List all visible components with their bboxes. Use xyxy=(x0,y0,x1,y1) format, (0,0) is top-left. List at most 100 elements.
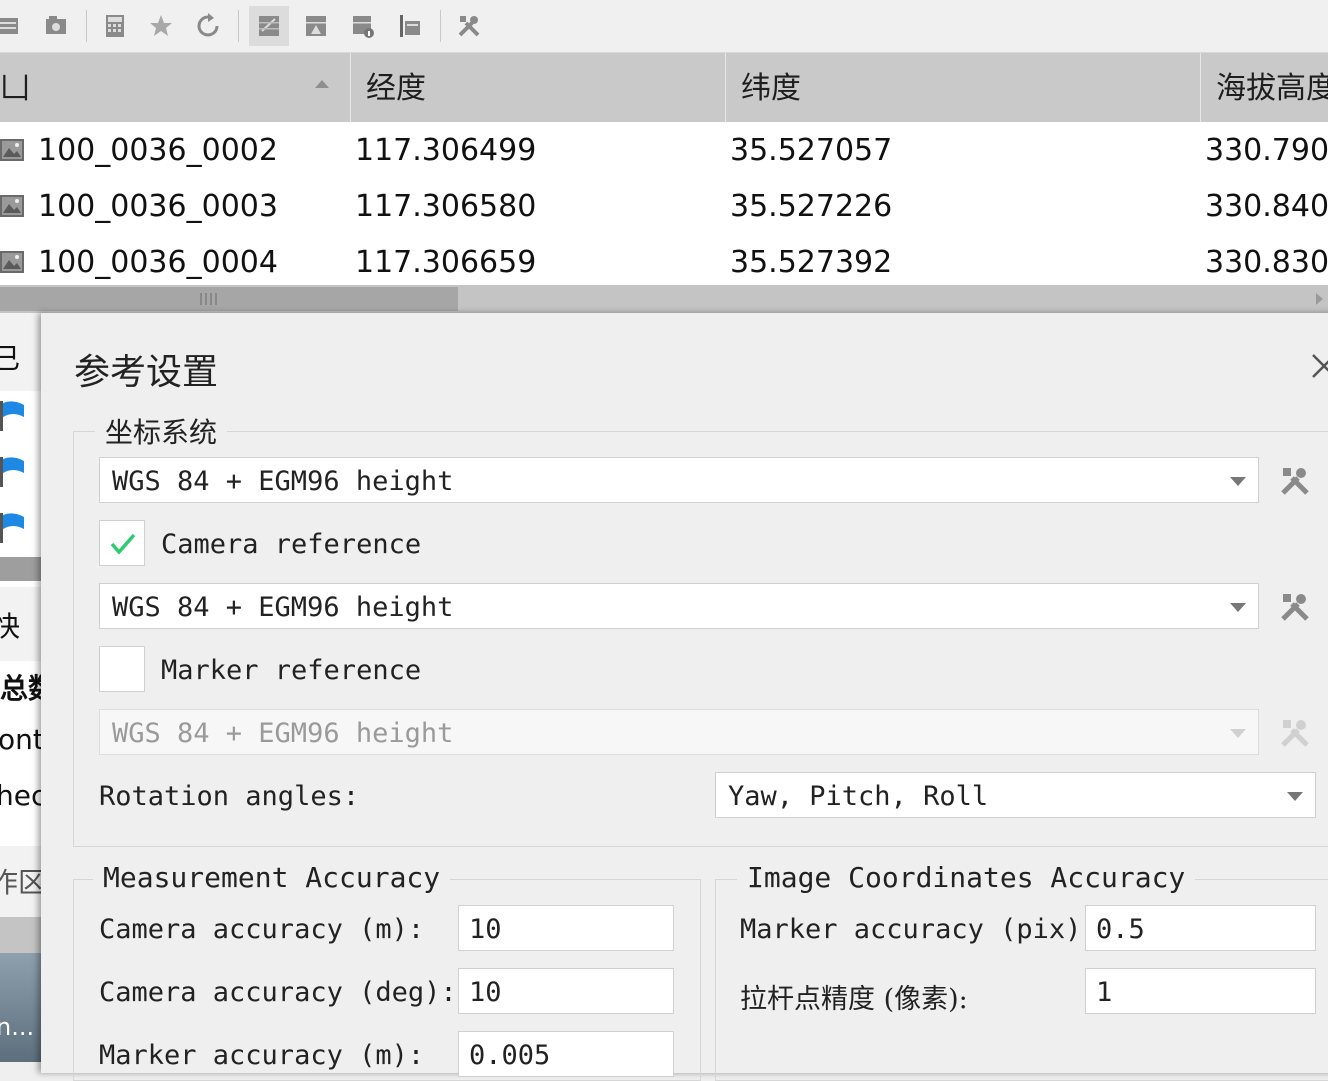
column-divider[interactable] xyxy=(350,53,351,122)
dialog-title: 参考设置 xyxy=(74,352,219,393)
column-divider[interactable] xyxy=(1200,53,1201,122)
input-value: 1 xyxy=(1096,977,1113,1008)
horizontal-scrollbar[interactable] xyxy=(0,285,1328,313)
left-panel-text: 已 xyxy=(0,342,21,375)
column-resize-icon[interactable] xyxy=(390,6,430,46)
cell-label: 100_0036_0003 xyxy=(38,189,278,224)
checkmark-icon xyxy=(110,533,136,555)
camera-accuracy-m-input[interactable]: 10 xyxy=(458,905,674,951)
left-panel-strip: 已 快 总数 ont hec 作区 n... xyxy=(0,313,42,1062)
camera-icon[interactable] xyxy=(36,6,76,46)
select-value: WGS 84 + EGM96 height xyxy=(112,466,454,497)
table-row[interactable]: 100_0036_0004 117.306659 35.527392 330.8… xyxy=(0,234,1328,290)
cell-longitude[interactable]: 117.306499 xyxy=(355,122,536,178)
rotation-angles-select[interactable]: Yaw, Pitch, Roll xyxy=(715,772,1316,818)
column-header-text: 海拔高度 xyxy=(1216,71,1328,106)
marker-accuracy-m-input[interactable]: 0.005 xyxy=(458,1031,674,1077)
left-panel-text: hec xyxy=(0,779,42,812)
marker-crs-select: WGS 84 + EGM96 height xyxy=(99,709,1259,755)
tools-icon xyxy=(1281,720,1309,747)
close-icon[interactable] xyxy=(1309,351,1328,381)
marker-reference-checkbox[interactable] xyxy=(99,646,145,692)
thumbnail-caption: n... xyxy=(0,1013,35,1041)
rotation-angles-label: Rotation angles: xyxy=(99,781,360,812)
cell-label: 100_0036_0002 xyxy=(38,133,278,168)
cell-label: 100_0036_0004 xyxy=(38,245,278,280)
marker-accuracy-m-label: Marker accuracy (m): xyxy=(99,1040,425,1071)
image-icon xyxy=(0,195,24,217)
select-value: WGS 84 + EGM96 height xyxy=(112,718,454,749)
coordinate-system-select[interactable]: WGS 84 + EGM96 height xyxy=(99,457,1259,503)
table-body: 100_0036_0002 117.306499 35.527057 330.7… xyxy=(0,122,1328,285)
camera-crs-select[interactable]: WGS 84 + EGM96 height xyxy=(99,583,1259,629)
column-header-text: 经度 xyxy=(366,71,426,106)
cell-altitude[interactable]: 330.8400 xyxy=(1205,178,1328,234)
input-value: 0.005 xyxy=(469,1040,551,1071)
column-header-text: 凵 xyxy=(0,71,30,106)
table-row[interactable]: 100_0036_0003 117.306580 35.527226 330.8… xyxy=(0,178,1328,234)
toolbar xyxy=(0,0,1328,53)
column-divider[interactable] xyxy=(725,53,726,122)
toolbar-separator xyxy=(238,10,239,42)
info-table-icon[interactable] xyxy=(343,6,383,46)
cell-altitude[interactable]: 330.7900 xyxy=(1205,122,1328,178)
column-header-longitude[interactable]: 经度 xyxy=(366,53,716,122)
cell-altitude[interactable]: 330.8300 xyxy=(1205,234,1328,290)
table-row[interactable]: 100_0036_0002 117.306499 35.527057 330.7… xyxy=(0,122,1328,178)
flag-icon[interactable] xyxy=(0,457,26,487)
left-panel-text: 作区 xyxy=(0,866,42,899)
toolbar-separator xyxy=(86,10,87,42)
error-table-icon[interactable] xyxy=(296,6,336,46)
marker-reference-label[interactable]: Marker reference xyxy=(161,655,421,686)
marker-accuracy-pix-label: Marker accuracy (pix): xyxy=(740,914,1098,945)
cell-longitude[interactable]: 117.306580 xyxy=(355,178,536,234)
tiepoint-accuracy-label: 拉杆点精度 (像素): xyxy=(740,984,968,1015)
tiepoint-accuracy-input[interactable]: 1 xyxy=(1085,968,1316,1014)
left-panel-text: 快 xyxy=(0,610,21,643)
scrollbar-thumb[interactable] xyxy=(0,287,458,311)
calculator-icon[interactable] xyxy=(95,6,135,46)
camera-accuracy-deg-input[interactable]: 10 xyxy=(458,968,674,1014)
input-value: 10 xyxy=(469,914,502,945)
cell-latitude[interactable]: 35.527057 xyxy=(730,122,892,178)
flag-icon[interactable] xyxy=(0,401,26,431)
cell-latitude[interactable]: 35.527392 xyxy=(730,234,892,290)
panel-header-bar xyxy=(0,557,42,581)
column-header-latitude[interactable]: 纬度 xyxy=(741,53,1191,122)
chevron-down-icon xyxy=(1287,792,1303,801)
grip-icon xyxy=(200,293,217,305)
cell-latitude[interactable]: 35.527226 xyxy=(730,178,892,234)
table-view-icon[interactable] xyxy=(0,6,28,46)
chevron-down-icon xyxy=(1230,477,1246,486)
panel-header-bar xyxy=(0,917,42,953)
tools-icon[interactable] xyxy=(1278,590,1312,624)
thumbnail-image[interactable] xyxy=(0,953,42,1062)
measurement-accuracy-label: Measurement Accuracy xyxy=(93,861,451,894)
chevron-down-icon xyxy=(1230,603,1246,612)
camera-reference-label[interactable]: Camera reference xyxy=(161,529,421,560)
marker-accuracy-pix-input[interactable]: 0.5 xyxy=(1085,905,1316,951)
tools-icon[interactable] xyxy=(449,6,489,46)
coordinate-system-label: 坐标系统 xyxy=(95,411,228,451)
camera-reference-checkbox[interactable] xyxy=(99,520,145,566)
cell-longitude[interactable]: 117.306659 xyxy=(355,234,536,290)
input-value: 10 xyxy=(469,977,502,1008)
left-panel-text: ont xyxy=(0,723,42,756)
table-header: 凵 经度 纬度 海拔高度 xyxy=(0,53,1328,122)
column-header-text: 纬度 xyxy=(741,71,801,106)
sort-ascending-icon[interactable] xyxy=(315,80,329,88)
reference-settings-icon[interactable] xyxy=(249,6,289,46)
tools-icon[interactable] xyxy=(1278,464,1312,498)
image-icon xyxy=(0,139,24,161)
left-panel-text: 总数 xyxy=(0,672,42,705)
flag-icon[interactable] xyxy=(0,513,26,543)
column-header-altitude[interactable]: 海拔高度 xyxy=(1216,53,1328,122)
select-value: Yaw, Pitch, Roll xyxy=(728,781,989,812)
refresh-icon[interactable] xyxy=(188,6,228,46)
divider xyxy=(0,581,42,587)
select-value: WGS 84 + EGM96 height xyxy=(112,592,454,623)
column-header-label[interactable]: 凵 xyxy=(0,53,340,122)
star-icon[interactable] xyxy=(141,6,181,46)
scroll-right-arrow-icon[interactable] xyxy=(1316,293,1323,305)
toolbar-separator xyxy=(440,10,441,42)
